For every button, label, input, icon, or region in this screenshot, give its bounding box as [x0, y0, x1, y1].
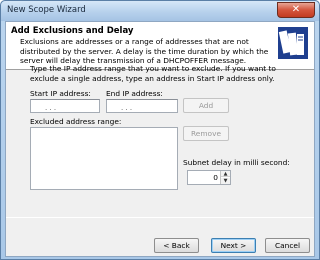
excluded-range-list[interactable]: [30, 127, 178, 190]
footer-divider: [6, 217, 314, 218]
instructions-text: Type the IP address range that you want …: [30, 64, 276, 83]
stepper-down-icon[interactable]: ▼: [221, 178, 230, 184]
end-ip-label: End IP address:: [106, 89, 163, 98]
end-ip-value: . . .: [121, 104, 133, 112]
back-button[interactable]: < Back: [154, 238, 199, 253]
next-button[interactable]: Next >: [211, 238, 256, 253]
subnet-delay-label: Subnet delay in milli second:: [183, 158, 290, 167]
close-button[interactable]: ✕: [277, 2, 315, 18]
window-title: New Scope Wizard: [7, 5, 86, 15]
wizard-books-icon: [278, 27, 308, 59]
end-ip-input[interactable]: . . .: [106, 99, 178, 113]
add-button[interactable]: Add: [183, 98, 229, 113]
wizard-header: Add Exclusions and Delay Exclusions are …: [6, 22, 314, 70]
title-bar[interactable]: New Scope Wizard ✕: [1, 1, 319, 21]
page-title: Add Exclusions and Delay: [11, 26, 134, 36]
close-icon: ✕: [291, 4, 301, 15]
subnet-delay-value: 0: [213, 173, 218, 182]
page-description: Exclusions are addresses or a range of a…: [20, 37, 269, 65]
wizard-window: New Scope Wizard ✕ Add Exclusions and De…: [0, 0, 320, 260]
wizard-client-area: Add Exclusions and Delay Exclusions are …: [5, 21, 315, 257]
cancel-button[interactable]: Cancel: [265, 238, 310, 253]
excluded-range-label: Excluded address range:: [30, 117, 122, 126]
start-ip-input[interactable]: . . .: [30, 99, 100, 113]
start-ip-label: Start IP address:: [30, 89, 91, 98]
subnet-delay-stepper[interactable]: 0 ▲ ▼: [187, 170, 231, 185]
remove-button[interactable]: Remove: [183, 126, 229, 141]
stepper-arrows: ▲ ▼: [220, 171, 230, 184]
stepper-up-icon[interactable]: ▲: [221, 171, 230, 177]
start-ip-value: . . .: [45, 104, 57, 112]
